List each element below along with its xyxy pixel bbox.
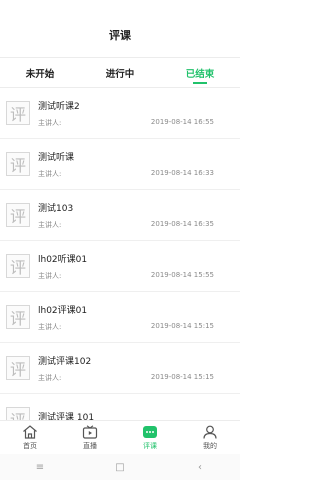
course-list: 评 测试听课2 主讲人: 2019-08-14 16:55 评 测试听课 主讲人… [0, 88, 240, 420]
teacher-label: 主讲人: [38, 220, 62, 229]
teacher-label: 主讲人: [38, 118, 62, 127]
course-title: 测试听课2 [38, 101, 80, 112]
list-item[interactable]: 评 lh02听课01 主讲人: 2019-08-14 15:55 [0, 241, 240, 292]
teacher-label: 主讲人: [38, 373, 62, 382]
nav-mine-label: 我的 [203, 441, 217, 450]
course-thumbnail: 评 [6, 356, 30, 380]
chat-bubble-icon [143, 425, 157, 438]
nav-home[interactable]: 首页 [0, 421, 60, 454]
home-button-icon[interactable]: □ [90, 462, 150, 473]
teacher-label: 主讲人: [38, 322, 62, 331]
course-date: 2019-08-14 15:55 [150, 270, 214, 279]
menu-icon[interactable]: ≡ [10, 462, 70, 473]
list-item[interactable]: 评 测试听课2 主讲人: 2019-08-14 16:55 [0, 88, 240, 139]
course-title: 测试评课102 [38, 356, 92, 367]
course-date: 2019-08-14 16:33 [150, 168, 214, 177]
page-title: 评课 [109, 28, 131, 42]
tab-in-progress[interactable]: 进行中 [80, 58, 160, 87]
list-item[interactable]: 评 测试听课 主讲人: 2019-08-14 16:33 [0, 139, 240, 190]
teacher-label: 主讲人: [38, 169, 62, 178]
course-thumbnail: 评 [6, 407, 30, 420]
list-item[interactable]: 评 测试103 主讲人: 2019-08-14 16:35 [0, 190, 240, 241]
list-item[interactable]: 评 测试评课102 主讲人: 2019-08-14 15:15 [0, 343, 240, 394]
bottom-navigation: 首页 直播 评课 我的 [0, 420, 240, 454]
nav-mine[interactable]: 我的 [180, 421, 240, 454]
course-date: 2019-08-14 16:55 [150, 117, 214, 126]
live-tv-icon [82, 424, 98, 439]
course-title: 测试听课 [38, 152, 75, 163]
course-title: lh02评课01 [38, 305, 88, 316]
tab-not-started[interactable]: 未开始 [0, 58, 80, 87]
course-title: lh02听课01 [38, 254, 88, 265]
nav-home-label: 首页 [23, 441, 37, 450]
back-icon[interactable]: ‹ [170, 462, 230, 473]
status-tabs: 未开始 进行中 已结束 [0, 58, 240, 88]
course-title: 测试评课 101 [38, 412, 95, 421]
teacher-label: 主讲人: [38, 271, 62, 280]
course-thumbnail: 评 [6, 254, 30, 278]
course-date: 2019-08-14 15:15 [150, 372, 214, 381]
list-item[interactable]: 评 lh02评课01 主讲人: 2019-08-14 15:15 [0, 292, 240, 343]
course-thumbnail: 评 [6, 152, 30, 176]
nav-review[interactable]: 评课 [120, 421, 180, 454]
top-header: 评课 [0, 0, 240, 58]
course-thumbnail: 评 [6, 305, 30, 329]
list-item[interactable]: 评 测试评课 101 [0, 394, 240, 420]
nav-live-label: 直播 [83, 441, 97, 450]
course-date: 2019-08-14 15:15 [150, 321, 214, 330]
course-title: 测试103 [38, 203, 74, 214]
course-thumbnail: 评 [6, 101, 30, 125]
home-icon [23, 424, 37, 439]
nav-review-label: 评课 [143, 441, 157, 450]
tab-ended[interactable]: 已结束 [160, 58, 240, 87]
user-icon [203, 425, 217, 439]
system-navigation-bar: ≡ □ ‹ [0, 454, 240, 480]
course-date: 2019-08-14 16:35 [150, 219, 214, 228]
nav-live[interactable]: 直播 [60, 421, 120, 454]
course-thumbnail: 评 [6, 203, 30, 227]
